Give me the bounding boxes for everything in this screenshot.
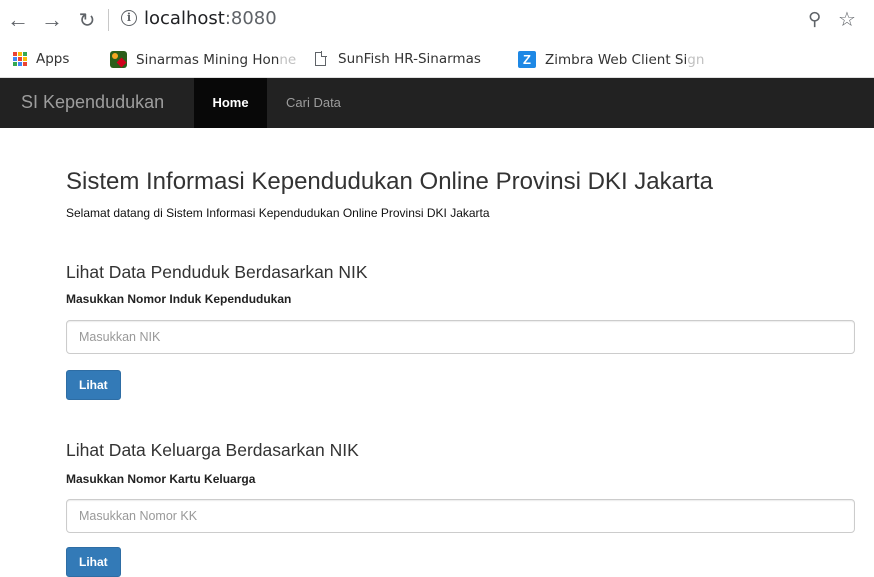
url-port: :8080 xyxy=(224,8,277,29)
lihat-keluarga-button[interactable]: Lihat xyxy=(66,547,121,577)
toolbar-divider xyxy=(108,9,109,31)
navbar-brand[interactable]: SI Kependudukan xyxy=(21,92,164,113)
apps-grid-icon xyxy=(13,52,27,66)
bookmark-label: SunFish HR-Sinarmas xyxy=(338,51,481,67)
nik-input[interactable] xyxy=(66,320,855,354)
nav-home[interactable]: Home xyxy=(194,78,267,128)
kk-input[interactable] xyxy=(66,499,855,533)
forward-arrow-icon[interactable]: → xyxy=(40,7,64,32)
bookmark-sunfish-hr[interactable]: SunFish HR-Sinarmas xyxy=(315,51,481,67)
bookmark-label: Apps xyxy=(36,51,70,67)
bookmark-zimbra[interactable]: Z Zimbra Web Client Sign xyxy=(518,51,704,68)
bookmark-apps[interactable]: Apps xyxy=(13,51,69,67)
browser-toolbar: ← → ↻ i localhost:8080 ⚲ ☆ xyxy=(0,0,874,42)
bookmark-star-icon[interactable]: ☆ xyxy=(838,7,856,32)
bookmarks-bar: Apps Sinarmas Mining Honne SunFish HR-Si… xyxy=(0,42,874,78)
section-heading-keluarga: Lihat Data Keluarga Berdasarkan NIK xyxy=(66,440,359,460)
zoom-icon[interactable]: ⚲ xyxy=(808,9,821,30)
document-icon xyxy=(315,51,327,66)
url-host: localhost xyxy=(144,8,225,29)
zimbra-favicon-icon: Z xyxy=(518,51,536,68)
section-heading-penduduk: Lihat Data Penduduk Berdasarkan NIK xyxy=(66,262,368,282)
sinarmas-favicon-icon xyxy=(110,51,127,68)
lihat-penduduk-button[interactable]: Lihat xyxy=(66,370,121,400)
bookmark-sinarmas-mining[interactable]: Sinarmas Mining Honne xyxy=(110,51,296,68)
app-navbar: SI Kependudukan Home Cari Data xyxy=(0,78,874,128)
site-info-icon[interactable]: i xyxy=(121,10,137,26)
page-subtitle: Selamat datang di Sistem Informasi Kepen… xyxy=(66,206,490,220)
kk-label: Masukkan Nomor Kartu Keluarga xyxy=(66,472,256,486)
back-arrow-icon[interactable]: ← xyxy=(6,7,30,32)
bookmark-label: Sinarmas Mining Honne xyxy=(136,51,297,68)
address-bar[interactable]: localhost:8080 xyxy=(144,8,277,29)
reload-icon[interactable]: ↻ xyxy=(75,8,99,32)
nik-label: Masukkan Nomor Induk Kependudukan xyxy=(66,292,292,306)
nav-cari-data[interactable]: Cari Data xyxy=(271,78,356,128)
page-title: Sistem Informasi Kependudukan Online Pro… xyxy=(66,168,713,195)
bookmark-label: Zimbra Web Client Sign xyxy=(545,51,705,68)
